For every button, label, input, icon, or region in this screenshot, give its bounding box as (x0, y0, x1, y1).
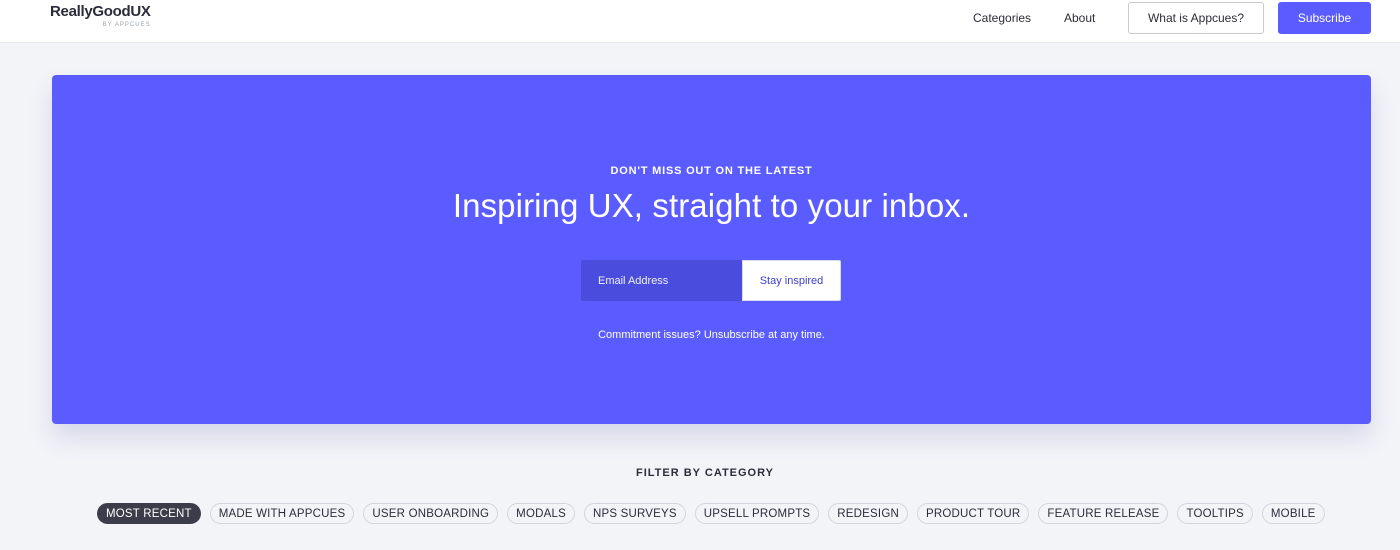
filter-chip-mobile[interactable]: MOBILE (1261, 503, 1325, 524)
filter-chip-upsell-prompts[interactable]: UPSELL PROMPTS (694, 503, 820, 524)
filter-title: FILTER BY CATEGORY (636, 467, 774, 479)
nav-categories-link[interactable]: Categories (973, 11, 1031, 25)
filter-chip-most-recent[interactable]: MOST RECENT (97, 503, 201, 524)
email-input[interactable] (581, 260, 743, 301)
hero-eyebrow: DON'T MISS OUT ON THE LATEST (610, 165, 813, 177)
site-header: ReallyGoodUX BY APPCUES Categories About… (0, 0, 1400, 43)
unsubscribe-note: Commitment issues? Unsubscribe at any ti… (598, 329, 825, 341)
filter-chip-feature-release[interactable]: FEATURE RELEASE (1038, 503, 1169, 524)
filter-chip-modals[interactable]: MODALS (507, 503, 575, 524)
logo[interactable]: ReallyGoodUX BY APPCUES (50, 3, 151, 29)
filter-chip-user-onboarding[interactable]: USER ONBOARDING (363, 503, 499, 524)
hero-headline: Inspiring UX, straight to your inbox. (452, 187, 971, 224)
what-is-appcues-button[interactable]: What is Appcues? (1128, 2, 1264, 34)
filter-chip-tooltips[interactable]: TOOLTIPS (1177, 503, 1253, 524)
logo-subtitle: BY APPCUES (102, 22, 151, 28)
filter-chip-redesign[interactable]: REDESIGN (828, 503, 908, 524)
stay-inspired-button[interactable]: Stay inspired (742, 260, 841, 301)
filter-chip-nps-surveys[interactable]: NPS SURVEYS (583, 503, 686, 524)
filter-chip-made-with-appcues[interactable]: MADE WITH APPCUES (209, 503, 355, 524)
newsletter-hero: DON'T MISS OUT ON THE LATEST Inspiring U… (52, 75, 1371, 424)
category-filter-list: MOST RECENT MADE WITH APPCUES USER ONBOARD… (97, 503, 1325, 525)
nav-about-link[interactable]: About (1064, 11, 1095, 25)
subscribe-button[interactable]: Subscribe (1278, 2, 1371, 34)
logo-wordmark: ReallyGoodUX (50, 3, 151, 20)
filter-chip-product-tour[interactable]: PRODUCT TOUR (916, 503, 1030, 524)
